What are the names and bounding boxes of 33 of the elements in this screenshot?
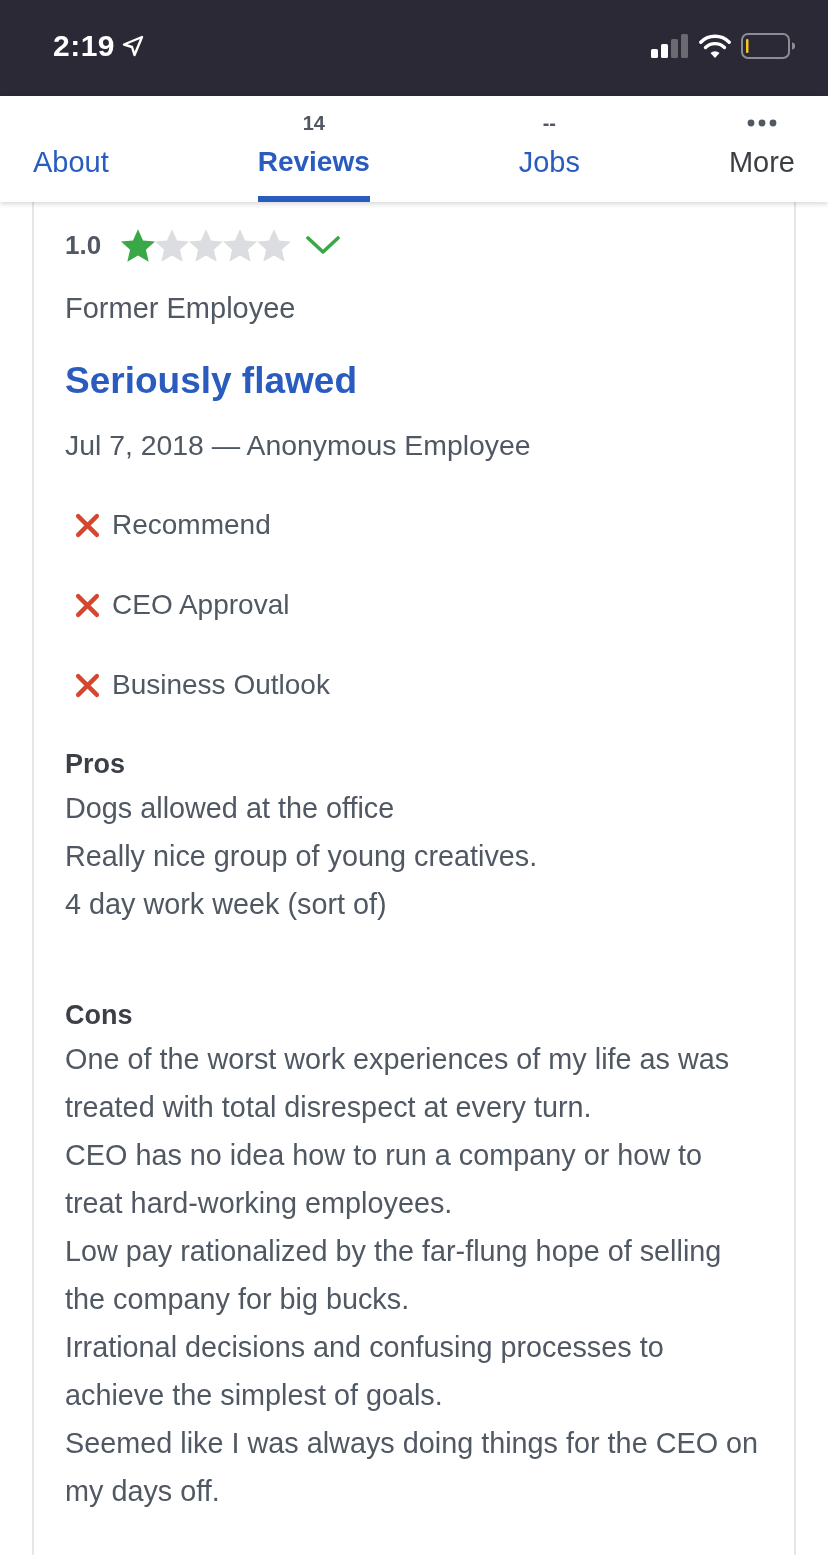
review-text: Dogs allowed at the office	[65, 791, 396, 826]
review-text: One of the worst work experiences of my life as was treated with total disrespect at every turn.	[65, 1042, 731, 1125]
chevron-down-icon[interactable]	[306, 235, 341, 255]
tab[interactable]: 14 Reviews	[257, 96, 370, 202]
star-icon	[223, 228, 258, 262]
location-arrow-icon	[121, 34, 146, 58]
tab[interactable]: About	[33, 96, 109, 202]
indicator-label: Business Outlook	[112, 669, 330, 701]
review-text: CEO has no idea how to run a company or how to treat hard-working employees.	[65, 1138, 704, 1221]
rating-value: 1.0	[65, 229, 102, 261]
signal-icon	[651, 34, 689, 58]
section-heading: Pros	[65, 748, 127, 781]
wifi-icon	[699, 34, 731, 58]
employee-status: Former Employee	[65, 291, 297, 326]
star-icon	[189, 228, 224, 262]
review-text: 4 day work week (sort of)	[65, 887, 388, 922]
star-icon	[121, 228, 156, 262]
star-icon	[257, 228, 292, 262]
status-time: 2:19	[53, 29, 116, 63]
more-dots-icon	[746, 119, 777, 127]
tab[interactable]: -- Jobs	[518, 96, 580, 202]
review-title[interactable]: Seriously flawed	[65, 356, 764, 406]
review-text: Seemed like I was always doing things for the CEO on my days off.	[65, 1426, 760, 1509]
review-byline: Jul 7, 2018 — Anonymous Employee	[65, 428, 532, 463]
section-heading: Cons	[65, 999, 134, 1032]
indicator-label: Recommend	[112, 509, 271, 541]
review-text: Low pay rationalized by the far-flung hope of selling the company for big bucks.	[65, 1234, 723, 1317]
review-text: Irrational decisions and confusing processes to achieve the simplest of goals.	[65, 1330, 665, 1413]
tab[interactable]: More	[728, 96, 795, 202]
indicator-label: CEO Approval	[112, 589, 290, 621]
battery-icon	[741, 33, 795, 59]
review-text: Really nice group of young creatives.	[65, 839, 539, 874]
star-icon	[155, 228, 190, 262]
